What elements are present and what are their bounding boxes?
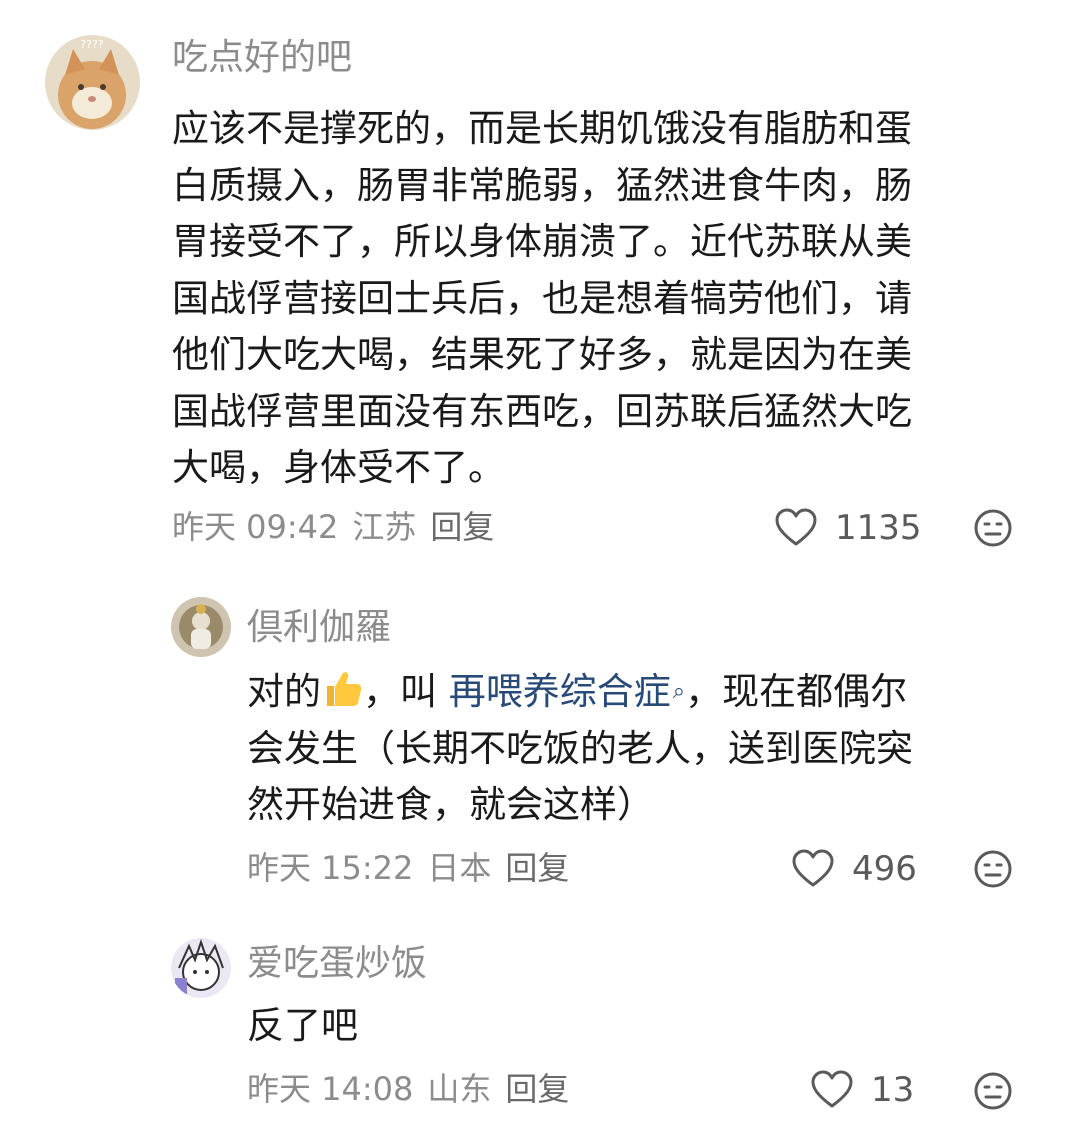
avatar[interactable]: [171, 938, 231, 998]
username[interactable]: 倶利伽羅: [247, 610, 391, 646]
reply-button[interactable]: 回复: [505, 849, 569, 887]
like-button[interactable]: 13: [811, 1070, 914, 1110]
comment-text: 应该不是撑死的，而是长期饥饿没有脂肪和蛋 白质摄入，肠胃非常脆弱，猛然进食牛肉，…: [172, 101, 912, 497]
text-segment: ，叫: [363, 670, 449, 713]
comment-line: 他们大吃大喝，结果死了好多，就是因为在美: [172, 333, 912, 376]
comment-line: 对的 ，叫 再喂养综合症⌕，现在都偶尔: [247, 664, 913, 721]
location: 山东: [427, 1070, 492, 1108]
cat-avatar-image: ????: [45, 35, 140, 130]
reply-button[interactable]: 回复: [430, 508, 494, 546]
comment-line: 会发生（长期不吃饭的老人，送到医院突: [247, 726, 913, 770]
reaction-button[interactable]: [973, 849, 1013, 889]
username[interactable]: 吃点好的吧: [172, 40, 352, 76]
comment-text: 对的 ，叫 再喂养综合症⌕，现在都偶尔 会发生（长期不吃饭的老人，送到医院突 然开…: [247, 664, 913, 834]
avatar[interactable]: ????: [45, 35, 140, 130]
comment-line: 国战俘营接回士兵后，也是想着犒劳他们，请: [172, 276, 912, 320]
username[interactable]: 爱吃蛋炒饭: [247, 946, 427, 982]
comment-meta: 昨天 15:22 日本 回复: [247, 852, 583, 884]
reply-button[interactable]: 回复: [505, 1070, 569, 1108]
text-segment: 对的: [247, 670, 321, 713]
heart-outline-icon: [811, 1070, 853, 1108]
comment-line: 反了吧: [247, 1004, 358, 1047]
reaction-button[interactable]: [973, 1071, 1013, 1111]
like-count: 13: [871, 1070, 915, 1110]
anime-avatar-image: [171, 938, 231, 998]
heart-outline-icon: [775, 508, 817, 546]
timestamp: 昨天 15:22: [247, 849, 414, 887]
comment-line: 然开始进食，就会这样）: [247, 783, 654, 826]
like-button[interactable]: 1135: [775, 508, 922, 548]
like-count: 496: [852, 849, 917, 889]
comment-line: 国战俘营里面没有东西吃，回苏联后猛然大吃: [172, 389, 912, 433]
reaction-button[interactable]: [973, 508, 1013, 548]
neutral-face-icon: [974, 850, 1012, 888]
comment-text: 反了吧: [247, 998, 358, 1055]
comment-line: 胃接受不了，所以身体崩溃了。近代苏联从美: [172, 220, 912, 263]
like-button[interactable]: 496: [792, 849, 917, 889]
figure-avatar-image: [171, 597, 231, 657]
comment-line: 大喝，身体受不了。: [172, 446, 505, 489]
location: 江苏: [352, 508, 417, 546]
svg-text:????: ????: [80, 38, 104, 51]
thumbs-up-emoji: [321, 668, 363, 710]
timestamp: 昨天 14:08: [247, 1070, 414, 1108]
neutral-face-icon: [974, 1072, 1012, 1110]
comment-meta: 昨天 09:42 江苏 回复: [172, 511, 508, 543]
location: 日本: [427, 849, 492, 887]
text-segment: ，现在都偶尔: [685, 670, 908, 713]
comment-line: 白质摄入，肠胃非常脆弱，猛然进食牛肉，肠: [172, 163, 912, 207]
timestamp: 昨天 09:42: [172, 508, 339, 546]
search-icon[interactable]: ⌕: [673, 664, 685, 721]
comment-line: 应该不是撑死的，而是长期饥饿没有脂肪和蛋: [172, 107, 912, 150]
like-count: 1135: [835, 508, 922, 548]
heart-outline-icon: [792, 849, 834, 887]
comment-meta: 昨天 14:08 山东 回复: [247, 1073, 583, 1105]
neutral-face-icon: [974, 509, 1012, 547]
refeeding-syndrome-link[interactable]: 再喂养综合症: [449, 670, 671, 713]
avatar[interactable]: [171, 597, 231, 657]
